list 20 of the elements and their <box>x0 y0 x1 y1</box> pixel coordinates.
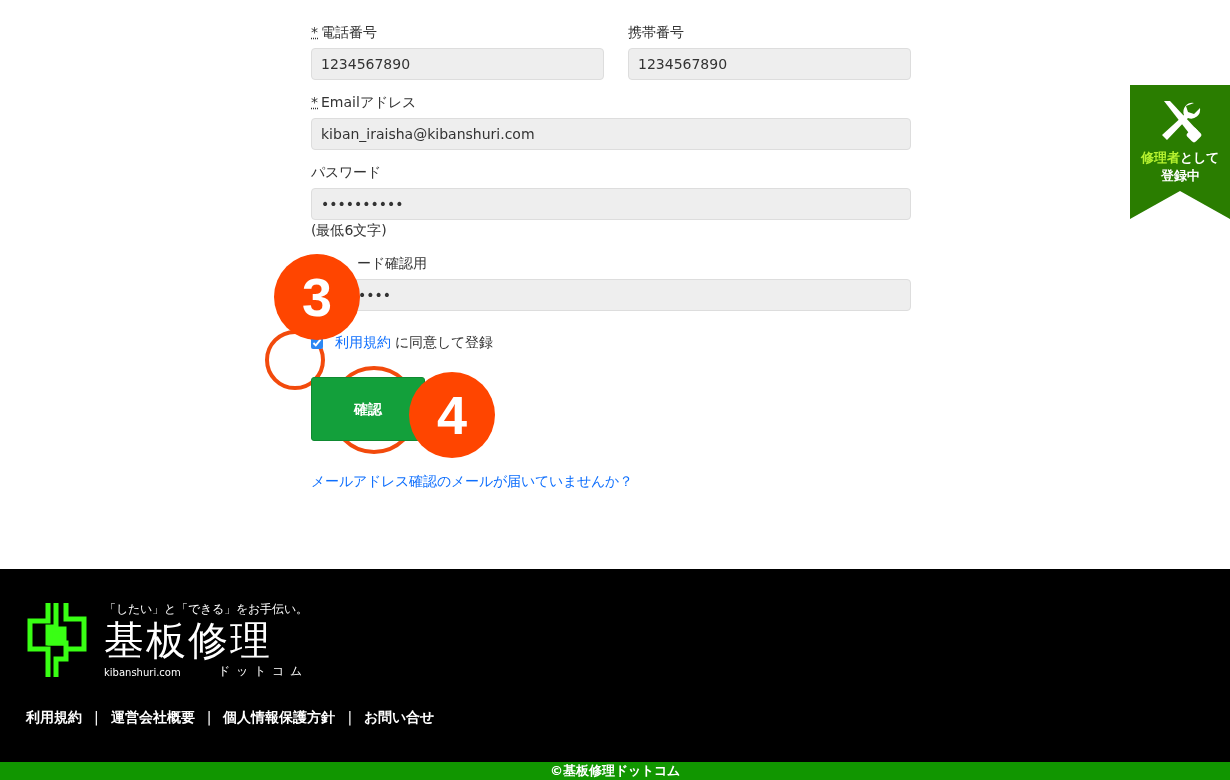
logo-title: 基板修理 <box>104 618 273 662</box>
hint-text: (最低6文字) <box>311 222 387 238</box>
field-label: Emailアドレス <box>321 94 416 110</box>
required-mark: * <box>311 94 318 110</box>
field-label: 携帯番号 <box>628 24 684 40</box>
agree-text: に同意して登録 <box>394 334 494 350</box>
domain-text: kibanshuri.com <box>104 666 181 680</box>
link-separator: | <box>94 708 99 728</box>
copyright-text: ©基板修理ドットコム <box>0 762 1230 780</box>
field-label: ード確認用 <box>357 255 427 271</box>
field-label: パスワード <box>311 164 381 180</box>
field-label: 電話番号 <box>321 24 377 40</box>
required-mark: * <box>311 24 318 40</box>
link-separator: | <box>347 708 353 728</box>
ribbon-text: 修理者として <box>1139 149 1220 167</box>
logo-subtitle: ドットコム <box>218 663 308 680</box>
tagline-text: 「したい」と「できる」をお手伝い。 <box>104 601 308 618</box>
link-separator: | <box>206 708 212 728</box>
ribbon-text: 登録中 <box>1159 167 1201 185</box>
step-number-tooltip: 4 <box>409 372 495 458</box>
